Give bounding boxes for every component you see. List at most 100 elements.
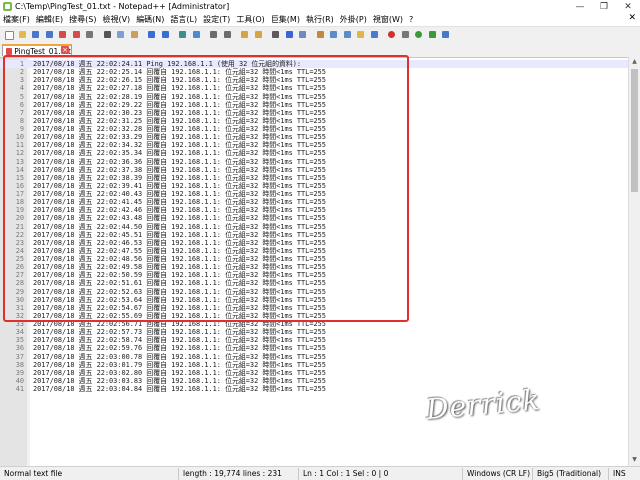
menu-run[interactable]: 執行(R) (303, 14, 337, 25)
line-text[interactable]: 2017/08/18 週五 22:02:56.71 回覆自 192.168.1.… (33, 320, 326, 328)
find-icon[interactable] (177, 29, 188, 40)
menu-edit[interactable]: 編輯(E) (33, 14, 66, 25)
line-text[interactable]: 2017/08/18 週五 22:02:27.18 回覆自 192.168.1.… (33, 84, 326, 92)
line-text[interactable]: 2017/08/18 週五 22:02:51.61 回覆自 192.168.1.… (33, 279, 326, 287)
stop-icon[interactable] (400, 29, 411, 40)
menu-encoding[interactable]: 編碼(N) (133, 14, 167, 25)
text-line[interactable]: 20 2017/08/18 週五 22:02:43.48 回覆自 192.168.… (0, 214, 628, 222)
text-line[interactable]: 14 2017/08/18 週五 22:02:37.38 回覆自 192.168.… (0, 166, 628, 174)
line-text[interactable]: 2017/08/18 週五 22:02:59.76 回覆自 192.168.1.… (33, 344, 326, 352)
status-eol[interactable]: Windows (CR LF) (462, 468, 532, 480)
text-line[interactable]: 40 2017/08/18 週五 22:03:03.83 回覆自 192.168.… (0, 377, 628, 385)
text-line[interactable]: 9 2017/08/18 週五 22:02:32.28 回覆自 192.168.1… (0, 125, 628, 133)
word-wrap-icon[interactable] (270, 29, 281, 40)
menu-tools[interactable]: 工具(O) (233, 14, 268, 25)
paste-icon[interactable] (129, 29, 140, 40)
text-line[interactable]: 21 2017/08/18 週五 22:02:44.50 回覆自 192.168.… (0, 223, 628, 231)
text-line[interactable]: 31 2017/08/18 週五 22:02:54.67 回覆自 192.168.… (0, 304, 628, 312)
folder-icon[interactable] (355, 29, 366, 40)
zoom-out-icon[interactable] (222, 29, 233, 40)
menu-view[interactable]: 檢視(V) (99, 14, 133, 25)
scroll-up-icon[interactable]: ▲ (629, 57, 640, 67)
text-line[interactable]: 8 2017/08/18 週五 22:02:31.25 回覆自 192.168.1… (0, 117, 628, 125)
line-text[interactable]: 2017/08/18 週五 22:03:01.79 回覆自 192.168.1.… (33, 361, 326, 369)
record-icon[interactable] (386, 29, 397, 40)
show-all-icon[interactable] (284, 29, 295, 40)
save-macro-icon[interactable] (440, 29, 451, 40)
status-encoding[interactable]: Big5 (Traditional) (532, 468, 608, 480)
menu-window[interactable]: 視窗(W) (370, 14, 406, 25)
sync-h-icon[interactable] (253, 29, 264, 40)
line-text[interactable]: 2017/08/18 週五 22:02:29.22 回覆自 192.168.1.… (33, 101, 326, 109)
line-text[interactable]: 2017/08/18 週五 22:03:04.84 回覆自 192.168.1.… (33, 385, 326, 393)
line-text[interactable]: 2017/08/18 週五 22:02:32.28 回覆自 192.168.1.… (33, 125, 326, 133)
text-line[interactable]: 33 2017/08/18 週五 22:02:56.71 回覆自 192.168.… (0, 320, 628, 328)
text-line[interactable]: 28 2017/08/18 週五 22:02:51.61 回覆自 192.168.… (0, 279, 628, 287)
line-text[interactable]: 2017/08/18 週五 22:02:37.38 回覆自 192.168.1.… (33, 166, 326, 174)
text-line[interactable]: 12 2017/08/18 週五 22:02:35.34 回覆自 192.168.… (0, 149, 628, 157)
cut-icon[interactable] (102, 29, 113, 40)
text-line[interactable]: 32 2017/08/18 週五 22:02:55.69 回覆自 192.168.… (0, 312, 628, 320)
text-line[interactable]: 25 2017/08/18 週五 22:02:48.56 回覆自 192.168.… (0, 255, 628, 263)
line-text[interactable]: 2017/08/18 週五 22:03:02.80 回覆自 192.168.1.… (33, 369, 326, 377)
line-text[interactable]: 2017/08/18 週五 22:02:55.69 回覆自 192.168.1.… (33, 312, 326, 320)
menu-plugins[interactable]: 外掛(P) (337, 14, 370, 25)
line-text[interactable]: 2017/08/18 週五 22:02:39.41 回覆自 192.168.1.… (33, 182, 326, 190)
indent-guide-icon[interactable] (297, 29, 308, 40)
undo-icon[interactable] (146, 29, 157, 40)
redo-icon[interactable] (160, 29, 171, 40)
text-line[interactable]: 16 2017/08/18 週五 22:02:39.41 回覆自 192.168.… (0, 182, 628, 190)
tab-close-icon[interactable]: × (61, 46, 69, 54)
doc-map-icon[interactable] (328, 29, 339, 40)
text-line[interactable]: 36 2017/08/18 週五 22:02:59.76 回覆自 192.168.… (0, 344, 628, 352)
line-text[interactable]: 2017/08/18 週五 22:02:31.25 回覆自 192.168.1.… (33, 117, 326, 125)
text-line[interactable]: 29 2017/08/18 週五 22:02:52.63 回覆自 192.168.… (0, 288, 628, 296)
line-text[interactable]: 2017/08/18 週五 22:02:24.11 Ping 192.168.1… (33, 60, 301, 68)
copy-icon[interactable] (115, 29, 126, 40)
close-document-icon[interactable]: ✕ (628, 13, 636, 23)
text-line[interactable]: 22 2017/08/18 週五 22:02:45.51 回覆自 192.168.… (0, 231, 628, 239)
text-line[interactable]: 37 2017/08/18 週五 22:03:00.78 回覆自 192.168.… (0, 353, 628, 361)
monitor-icon[interactable] (369, 29, 380, 40)
line-text[interactable]: 2017/08/18 週五 22:02:54.67 回覆自 192.168.1.… (33, 304, 326, 312)
replace-icon[interactable] (191, 29, 202, 40)
maximize-button[interactable]: ❐ (592, 0, 616, 13)
line-text[interactable]: 2017/08/18 週五 22:02:46.53 回覆自 192.168.1.… (33, 239, 326, 247)
print-icon[interactable] (84, 29, 95, 40)
text-line[interactable]: 23 2017/08/18 週五 22:02:46.53 回覆自 192.168.… (0, 239, 628, 247)
line-text[interactable]: 2017/08/18 週五 22:03:00.78 回覆自 192.168.1.… (33, 353, 326, 361)
text-line[interactable]: 7 2017/08/18 週五 22:02:30.23 回覆自 192.168.1… (0, 109, 628, 117)
menu-file[interactable]: 檔案(F) (0, 14, 33, 25)
text-line[interactable]: 15 2017/08/18 週五 22:02:38.39 回覆自 192.168.… (0, 174, 628, 182)
text-line[interactable]: 5 2017/08/18 週五 22:02:28.19 回覆自 192.168.1… (0, 93, 628, 101)
line-text[interactable]: 2017/08/18 週五 22:02:45.51 回覆自 192.168.1.… (33, 231, 326, 239)
menu-search[interactable]: 搜尋(S) (66, 14, 99, 25)
save-all-icon[interactable] (44, 29, 55, 40)
open-file-icon[interactable] (17, 29, 28, 40)
scroll-down-icon[interactable]: ▼ (629, 455, 640, 465)
close-all-icon[interactable] (71, 29, 82, 40)
line-text[interactable]: 2017/08/18 週五 22:02:44.50 回覆自 192.168.1.… (33, 223, 326, 231)
udl-icon[interactable] (315, 29, 326, 40)
text-line[interactable]: 17 2017/08/18 週五 22:02:40.43 回覆自 192.168.… (0, 190, 628, 198)
line-text[interactable]: 2017/08/18 週五 22:02:38.39 回覆自 192.168.1.… (33, 174, 326, 182)
line-text[interactable]: 2017/08/18 週五 22:02:52.63 回覆自 192.168.1.… (33, 288, 326, 296)
text-line[interactable]: 13 2017/08/18 週五 22:02:36.36 回覆自 192.168.… (0, 158, 628, 166)
text-line[interactable]: 1 2017/08/18 週五 22:02:24.11 Ping 192.168.… (0, 60, 628, 69)
save-icon[interactable] (30, 29, 41, 40)
text-line[interactable]: 4 2017/08/18 週五 22:02:27.18 回覆自 192.168.1… (0, 84, 628, 92)
sync-v-icon[interactable] (239, 29, 250, 40)
text-line[interactable]: 30 2017/08/18 週五 22:02:53.64 回覆自 192.168.… (0, 296, 628, 304)
line-text[interactable]: 2017/08/18 週五 22:02:40.43 回覆自 192.168.1.… (33, 190, 326, 198)
vertical-scrollbar[interactable]: ▲ ▼ (628, 57, 640, 465)
line-text[interactable]: 2017/08/18 週五 22:02:43.48 回覆自 192.168.1.… (33, 214, 326, 222)
line-text[interactable]: 2017/08/18 週五 22:02:48.56 回覆自 192.168.1.… (33, 255, 326, 263)
close-window-button[interactable]: ✕ (616, 0, 640, 13)
line-text[interactable]: 2017/08/18 週五 22:02:35.34 回覆自 192.168.1.… (33, 149, 326, 157)
line-text[interactable]: 2017/08/18 週五 22:02:28.19 回覆自 192.168.1.… (33, 93, 326, 101)
text-line[interactable]: 39 2017/08/18 週五 22:03:02.80 回覆自 192.168.… (0, 369, 628, 377)
tab-pingtest[interactable]: PingTest_01.txt × (2, 44, 72, 56)
line-text[interactable]: 2017/08/18 週五 22:02:36.36 回覆自 192.168.1.… (33, 158, 326, 166)
play-multi-icon[interactable] (427, 29, 438, 40)
play-icon[interactable] (413, 29, 424, 40)
